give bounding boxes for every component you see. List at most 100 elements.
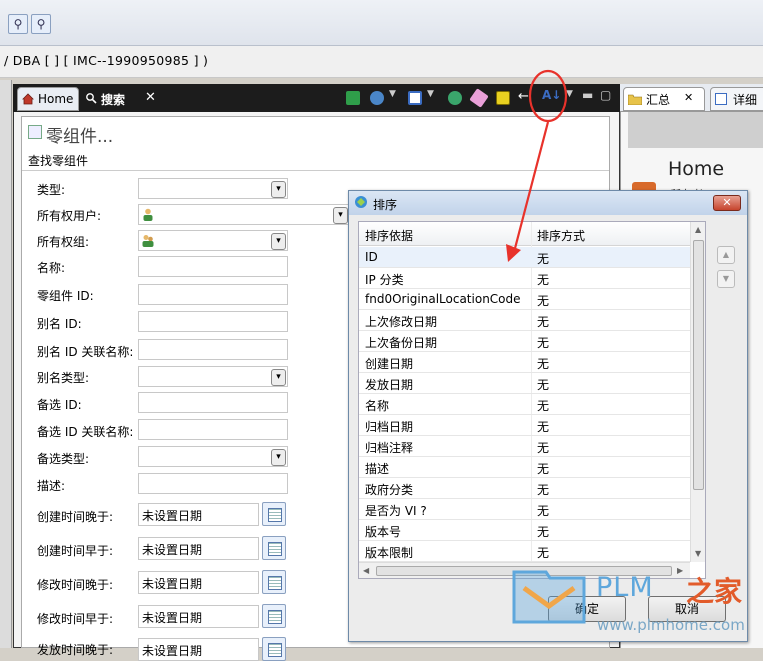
sort-by-cell: 版本号 <box>365 525 402 539</box>
alias-id-context-input[interactable] <box>138 339 288 360</box>
alias-id-input[interactable] <box>138 311 288 332</box>
right-home-title: Home <box>668 158 725 180</box>
scroll-thumb[interactable] <box>693 240 704 490</box>
sort-order-cell[interactable]: 无 <box>537 439 549 456</box>
table-row[interactable]: 归档注释 无 <box>359 436 690 457</box>
created-before-date[interactable]: 未设置日期 <box>138 537 259 560</box>
back-arrow-icon[interactable]: ← <box>518 89 529 104</box>
move-down-button[interactable]: ▼ <box>717 270 735 288</box>
scroll-left-icon[interactable]: ◀ <box>363 566 369 575</box>
search-view-icon[interactable]: ⚲ <box>31 14 51 34</box>
table-row[interactable]: 描述 无 <box>359 457 690 478</box>
owning-group-select[interactable] <box>138 230 288 251</box>
form-divider <box>22 170 609 171</box>
sort-order-cell[interactable]: 无 <box>537 502 549 519</box>
column-header-sort-order[interactable]: 排序方式 <box>537 227 585 244</box>
close-tab-icon[interactable]: ✕ <box>145 90 156 105</box>
table-row[interactable]: 发放日期 无 <box>359 373 690 394</box>
refresh-icon[interactable] <box>448 91 462 105</box>
sort-by-cell: fnd0OriginalLocationCode <box>365 292 521 306</box>
field-label: 修改时间早于: <box>37 612 114 626</box>
modified-after-date[interactable]: 未设置日期 <box>138 571 259 594</box>
table-row[interactable]: fnd0OriginalLocationCode 无 <box>359 289 690 310</box>
watermark-url: www.plmhome.com <box>597 616 745 634</box>
vertical-scrollbar[interactable]: ▲ ▼ <box>690 222 705 562</box>
table-row[interactable]: ID 无 <box>359 247 690 268</box>
sort-order-cell[interactable]: 无 <box>537 292 549 309</box>
table-row[interactable]: 上次修改日期 无 <box>359 310 690 331</box>
close-tab-icon[interactable]: ✕ <box>684 91 693 104</box>
sort-order-cell[interactable]: 无 <box>537 397 549 414</box>
table-row[interactable]: 版本限制 无 <box>359 541 690 562</box>
eraser-icon[interactable] <box>469 88 489 108</box>
type-select[interactable] <box>138 178 288 199</box>
alternate-type-select[interactable] <box>138 446 288 467</box>
table-row[interactable]: 是否为 VI ? 无 <box>359 499 690 520</box>
item-id-input[interactable] <box>138 284 288 305</box>
search-options-icon[interactable] <box>370 91 384 105</box>
created-after-date[interactable]: 未设置日期 <box>138 503 259 526</box>
teamcenter-icon <box>355 196 367 208</box>
calendar-icon[interactable] <box>262 604 286 628</box>
search-icon[interactable]: ⚲ <box>8 14 28 34</box>
sort-order-cell[interactable]: 无 <box>537 523 549 540</box>
alternate-id-input[interactable] <box>138 392 288 413</box>
table-row[interactable]: 政府分类 无 <box>359 478 690 499</box>
column-header-sort-by[interactable]: 排序依据 <box>365 227 413 244</box>
table-row[interactable]: 上次备份日期 无 <box>359 331 690 352</box>
move-up-button[interactable]: ▲ <box>717 246 735 264</box>
owning-user-select[interactable] <box>138 204 350 225</box>
window-icon[interactable] <box>408 91 422 105</box>
minimize-icon[interactable]: ▬ <box>582 88 593 102</box>
field-label: 描述: <box>37 479 66 493</box>
tab-details[interactable]: 详细 <box>710 87 763 111</box>
name-input[interactable] <box>138 256 288 277</box>
sort-by-cell: 名称 <box>365 399 390 413</box>
calendar-icon[interactable] <box>262 637 286 661</box>
sort-icon[interactable]: A↓ <box>542 88 561 102</box>
tab-summary[interactable]: 汇总 ✕ <box>623 87 705 111</box>
top-toolbar: ⚲ ⚲ <box>0 0 763 46</box>
scroll-up-icon[interactable]: ▲ <box>695 225 701 234</box>
sort-order-cell[interactable]: 无 <box>537 460 549 477</box>
chevron-down-icon[interactable]: ▼ <box>427 89 434 99</box>
home-icon <box>22 93 34 105</box>
scroll-right-icon[interactable]: ▶ <box>677 566 683 575</box>
save-icon[interactable] <box>496 91 510 105</box>
table-row[interactable]: 版本号 无 <box>359 520 690 541</box>
sort-by-cell: 发放日期 <box>365 378 414 392</box>
sort-order-cell[interactable]: 无 <box>537 313 549 330</box>
maximize-icon[interactable]: ▢ <box>600 88 611 102</box>
table-row[interactable]: IP 分类 无 <box>359 268 690 289</box>
sort-order-cell[interactable]: 无 <box>537 481 549 498</box>
table-row[interactable]: 名称 无 <box>359 394 690 415</box>
sort-order-cell[interactable]: 无 <box>537 334 549 351</box>
tab-home-label: Home <box>38 92 74 106</box>
tab-home[interactable]: Home <box>17 87 79 111</box>
sort-order-cell[interactable]: 无 <box>537 271 549 288</box>
description-input[interactable] <box>138 473 288 494</box>
table-row[interactable]: 创建日期 无 <box>359 352 690 373</box>
calendar-icon[interactable] <box>262 536 286 560</box>
sort-table: 排序依据 排序方式 ID 无 IP 分类无 fnd0OriginalLocatio… <box>358 221 706 579</box>
sort-by-cell: 政府分类 <box>365 483 414 497</box>
table-row[interactable]: 归档日期 无 <box>359 415 690 436</box>
sort-order-cell[interactable]: 无 <box>537 418 549 435</box>
alternate-id-context-input[interactable] <box>138 419 288 440</box>
alias-type-select[interactable] <box>138 366 288 387</box>
released-after-date[interactable]: 未设置日期 <box>138 638 259 661</box>
modified-before-date[interactable]: 未设置日期 <box>138 605 259 628</box>
chevron-down-icon[interactable]: ▼ <box>389 89 396 99</box>
form-title: 零组件... <box>46 127 114 147</box>
scroll-down-icon[interactable]: ▼ <box>695 549 701 558</box>
chevron-down-icon[interactable]: ▼ <box>566 89 573 99</box>
execute-search-icon[interactable] <box>346 91 360 105</box>
sort-order-cell[interactable]: 无 <box>537 355 549 372</box>
tab-search[interactable]: 搜索 ✕ <box>81 87 165 111</box>
sort-order-cell[interactable]: 无 <box>537 544 549 561</box>
sort-order-cell[interactable]: 无 <box>537 376 549 393</box>
calendar-icon[interactable] <box>262 570 286 594</box>
dialog-close-button[interactable]: ✕ <box>713 195 741 211</box>
sort-order-cell[interactable]: 无 <box>537 250 549 267</box>
calendar-icon[interactable] <box>262 502 286 526</box>
